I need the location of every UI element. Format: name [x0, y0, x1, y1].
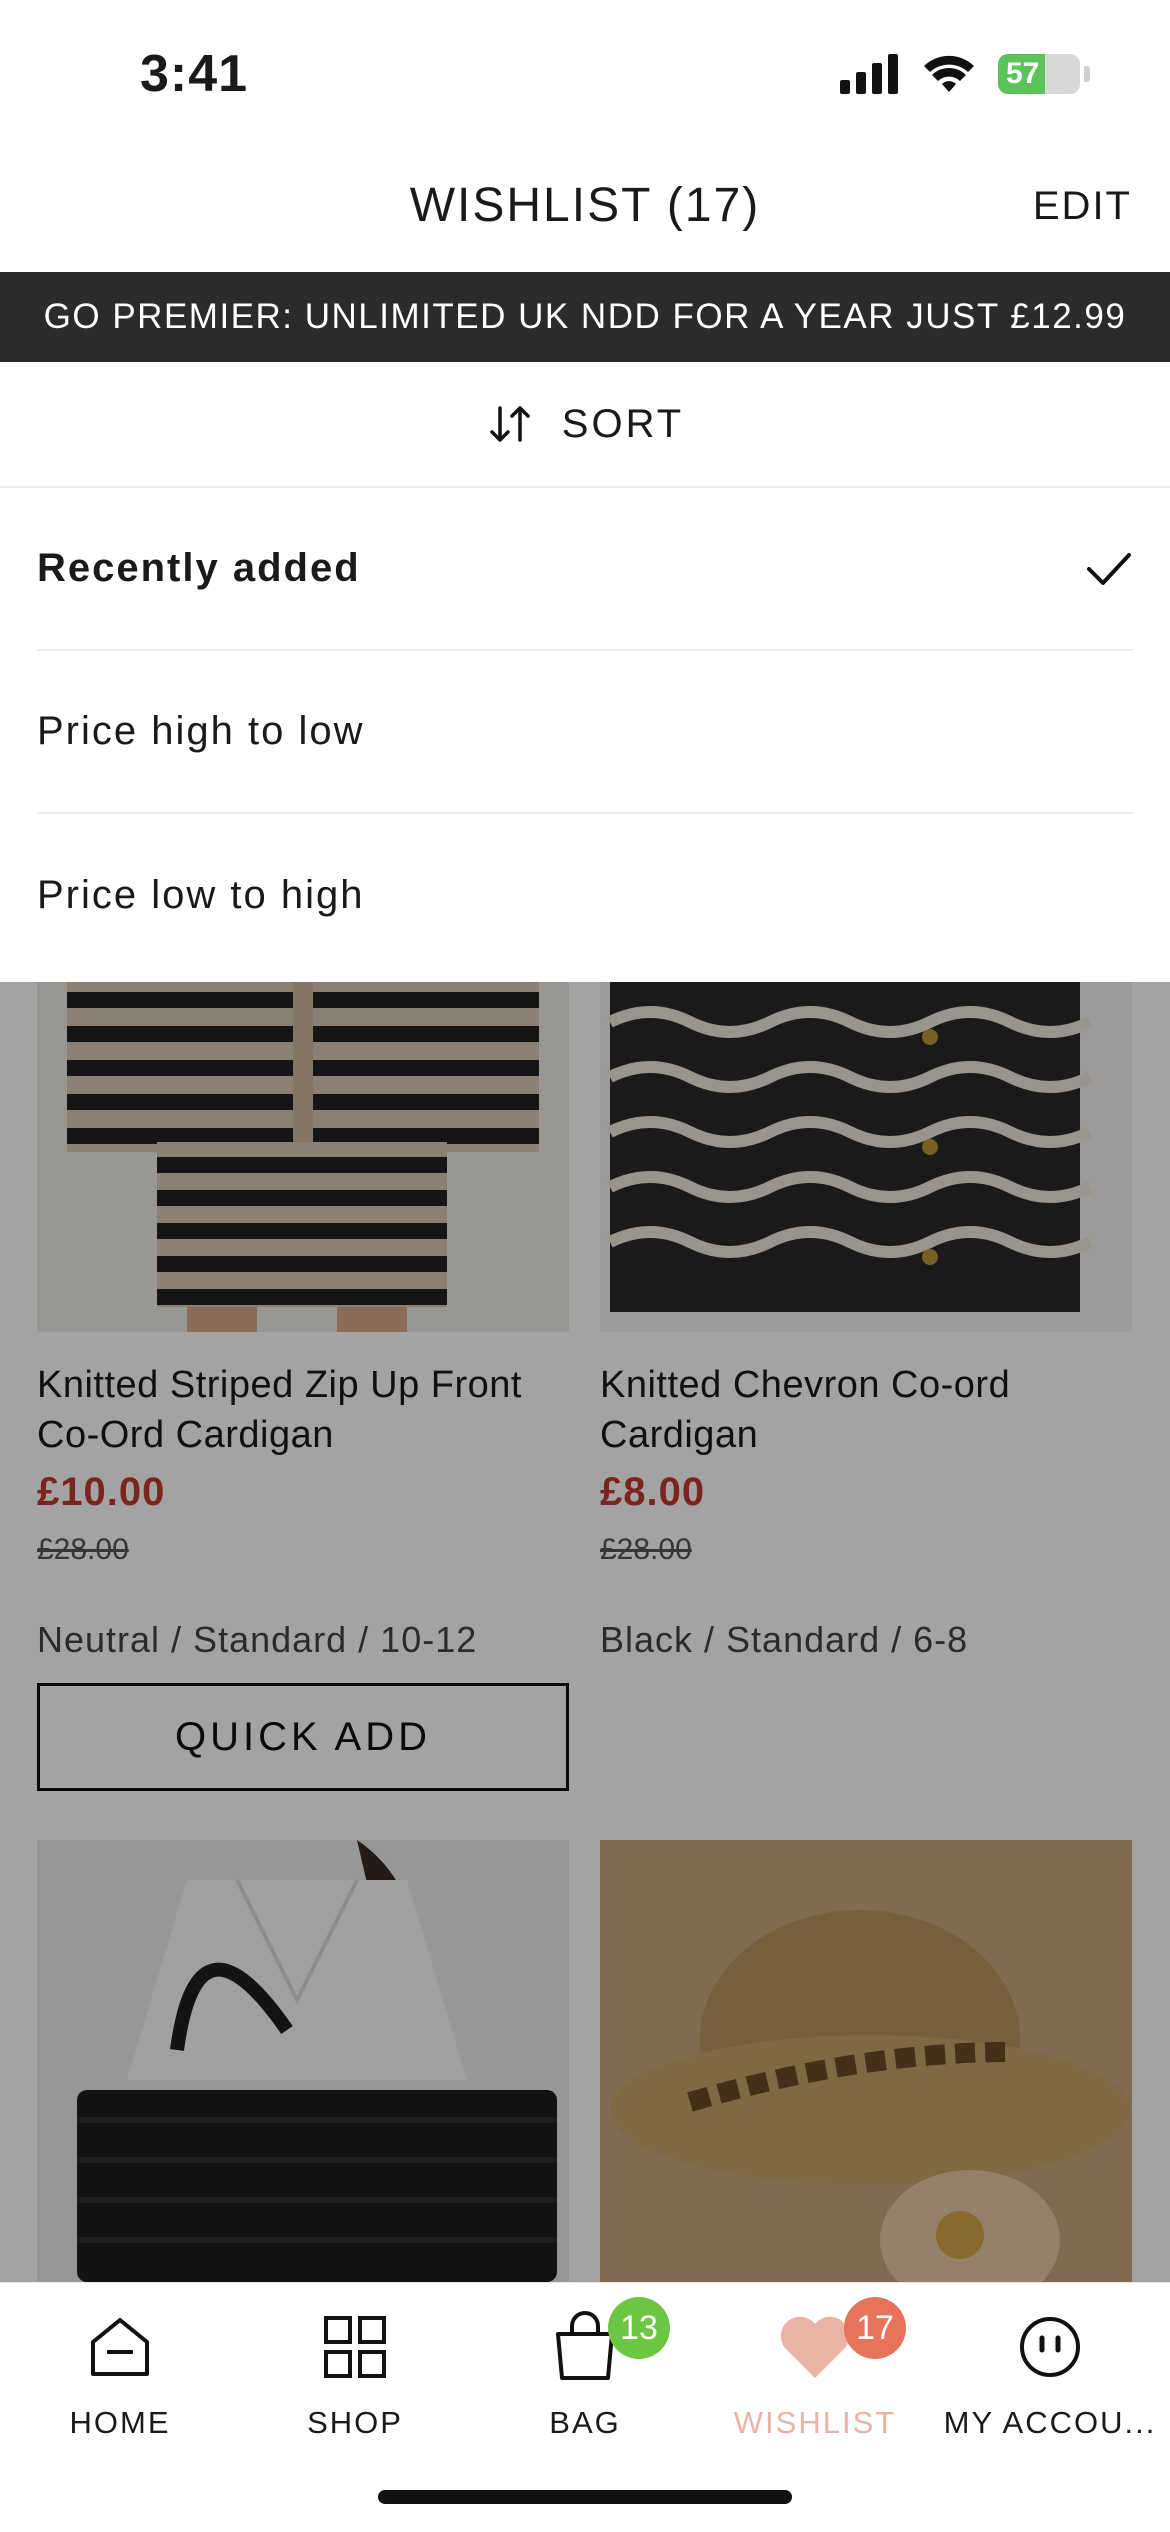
sort-label: SORT — [561, 401, 685, 446]
tab-shop[interactable]: SHOP — [238, 2303, 472, 2441]
tab-home[interactable]: HOME — [3, 2303, 237, 2441]
sort-panel: SORT Recently added Price high to low Pr… — [0, 362, 1170, 982]
tab-bag[interactable]: 13 BAG — [468, 2297, 702, 2441]
grid-icon — [324, 2316, 386, 2378]
bag-count-badge: 13 — [608, 2297, 670, 2359]
tab-label: MY ACCOU... — [943, 2405, 1157, 2440]
sort-option-label: Price high to low — [37, 709, 365, 753]
promo-banner[interactable]: GO PREMIER: UNLIMITED UK NDD FOR A YEAR … — [0, 272, 1170, 362]
home-indicator[interactable] — [378, 2490, 792, 2504]
sort-option-label: Recently added — [37, 546, 361, 590]
battery-icon: 57 — [998, 54, 1080, 94]
promo-text: GO PREMIER: UNLIMITED UK NDD FOR A YEAR … — [43, 297, 1127, 336]
tab-wishlist[interactable]: 17 WISHLIST — [698, 2297, 932, 2441]
sort-header[interactable]: SORT — [0, 362, 1170, 488]
wifi-icon — [924, 55, 974, 92]
dim-overlay[interactable] — [0, 982, 1170, 2282]
sort-arrows-icon — [490, 406, 530, 442]
cellular-signal-icon — [840, 54, 898, 94]
page-title: WISHLIST (17) — [409, 179, 761, 232]
sort-option-price-high-to-low[interactable]: Price high to low — [37, 651, 1133, 814]
tab-label: WISHLIST — [733, 2405, 897, 2440]
sort-option-label: Price low to high — [37, 873, 365, 917]
account-icon — [1020, 2317, 1080, 2377]
header: WISHLIST (17) EDIT — [0, 150, 1170, 272]
status-bar: 3:41 57 — [0, 0, 1170, 150]
edit-button[interactable]: EDIT — [1033, 184, 1132, 229]
battery-level: 57 — [1006, 57, 1040, 90]
status-time: 3:41 — [140, 45, 249, 103]
tab-my-account[interactable]: MY ACCOU... — [933, 2303, 1167, 2441]
tab-label: BAG — [549, 2405, 621, 2440]
checkmark-icon — [1087, 552, 1131, 585]
sort-option-recently-added[interactable]: Recently added — [37, 488, 1133, 651]
home-icon — [91, 2318, 149, 2376]
tab-label: SHOP — [307, 2405, 403, 2440]
wishlist-count-badge: 17 — [844, 2297, 906, 2359]
sort-option-price-low-to-high[interactable]: Price low to high — [37, 814, 1133, 977]
heart-icon — [780, 2316, 850, 2378]
status-icons: 57 — [840, 54, 1090, 94]
tab-label: HOME — [69, 2405, 171, 2440]
